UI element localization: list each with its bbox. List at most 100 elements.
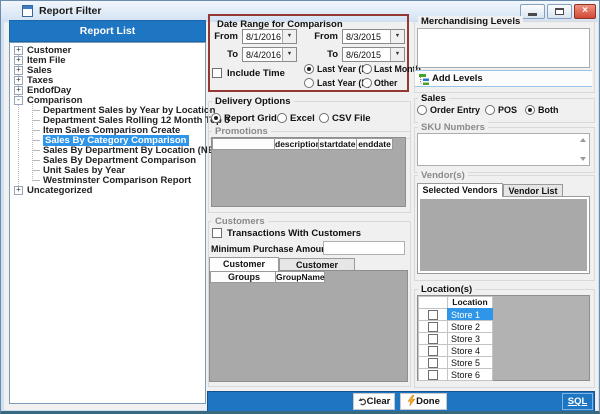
store-5-checkbox[interactable] — [428, 358, 438, 368]
transactions-with-customers-label[interactable]: Transactions With Customers — [227, 228, 361, 239]
scroll-down-icon[interactable] — [580, 157, 586, 161]
from-date-1-value: 8/1/2016 — [246, 32, 282, 42]
csv-file-radio[interactable] — [319, 113, 329, 123]
locations-grid[interactable]: Location Store 1 Store 2 Store 3 Store 4… — [417, 295, 590, 381]
minimum-purchase-label: Minimum Purchase Amount — [211, 244, 330, 254]
tree-branch-line — [32, 150, 40, 151]
last-month-radio[interactable] — [362, 64, 372, 74]
dropdown-arrow-icon[interactable]: ▼ — [390, 48, 404, 61]
delivery-options-title: Delivery Options — [212, 96, 294, 107]
locations-title: Location(s) — [418, 284, 476, 295]
store-3-checkbox[interactable] — [428, 334, 438, 344]
dropdown-arrow-icon[interactable]: ▼ — [390, 30, 404, 43]
last-year-d-radio[interactable] — [304, 78, 314, 88]
order-entry-label[interactable]: Order Entry — [430, 105, 480, 115]
merchandising-levels-list[interactable] — [417, 28, 590, 68]
pos-radio[interactable] — [485, 105, 495, 115]
excel-label[interactable]: Excel — [290, 113, 315, 124]
minimum-purchase-input[interactable] — [323, 241, 405, 255]
from-date-2-value: 8/3/2015 — [346, 32, 382, 42]
sql-link[interactable]: SQL — [562, 393, 593, 410]
pos-label[interactable]: POS — [498, 105, 517, 115]
tree-branch-line — [32, 170, 40, 171]
sku-numbers-title: SKU Numbers — [418, 122, 488, 133]
store-6-checkbox[interactable] — [428, 370, 438, 380]
tree-expand-icon[interactable]: + — [14, 76, 23, 85]
tree-expand-icon[interactable]: + — [14, 186, 23, 195]
maximize-button[interactable] — [547, 4, 572, 19]
promotions-title: Promotions — [212, 126, 271, 137]
csv-file-label[interactable]: CSV File — [332, 113, 371, 124]
to-date-1-combobox[interactable]: 8/4/2016 ▼ — [242, 47, 297, 62]
from-label-1: From — [214, 31, 238, 42]
to-date-2-value: 8/6/2015 — [346, 50, 382, 60]
promotions-description-header: description — [274, 138, 321, 150]
both-label[interactable]: Both — [538, 105, 559, 115]
both-radio[interactable] — [525, 105, 535, 115]
store-row-selector[interactable] — [418, 368, 448, 381]
store-2-checkbox[interactable] — [428, 322, 438, 332]
tree-branch-line — [32, 180, 40, 181]
close-icon: × — [582, 5, 588, 16]
maximize-icon — [555, 8, 564, 15]
promotions-row-selector-header — [212, 138, 275, 150]
selected-vendors-panel[interactable] — [417, 196, 590, 274]
selected-vendors-tab[interactable]: Selected Vendors — [417, 183, 503, 197]
selected-vendors-empty-area — [420, 199, 587, 271]
customer-groups-grid[interactable]: GroupName — [209, 270, 408, 382]
tree-branch-line — [32, 110, 40, 111]
last-year-p-radio[interactable] — [304, 64, 314, 74]
minimize-button[interactable] — [520, 4, 545, 19]
to-date-2-combobox[interactable]: 8/6/2015 ▼ — [342, 47, 405, 62]
add-levels-label: Add Levels — [432, 73, 483, 84]
report-grid-radio[interactable] — [211, 113, 221, 123]
store-1-checkbox[interactable] — [428, 310, 438, 320]
vendors-title: Vendor(s) — [418, 170, 468, 181]
from-label-2: From — [314, 31, 338, 42]
include-time-checkbox[interactable] — [212, 68, 222, 78]
sales-title: Sales — [418, 93, 449, 104]
other-radio[interactable] — [362, 78, 372, 88]
dropdown-arrow-icon[interactable]: ▼ — [282, 48, 296, 61]
store-6-cell[interactable]: Store 6 — [447, 368, 493, 381]
report-grid-label[interactable]: Report Grid — [224, 113, 277, 124]
from-date-2-combobox[interactable]: 8/3/2015 ▼ — [342, 29, 405, 44]
tree-expand-icon[interactable]: + — [14, 66, 23, 75]
clear-button[interactable]: Clear — [353, 393, 395, 410]
tree-expand-icon[interactable]: + — [14, 86, 23, 95]
from-date-1-combobox[interactable]: 8/1/2016 ▼ — [242, 29, 297, 44]
customers-title: Customers — [212, 216, 268, 227]
tree-expand-icon[interactable]: + — [14, 46, 23, 55]
sku-numbers-textarea[interactable] — [417, 133, 590, 166]
close-button[interactable]: × — [574, 4, 596, 19]
clear-undo-icon — [358, 398, 366, 406]
tree-item-uncategorized[interactable]: Uncategorized — [27, 185, 92, 196]
customer-groups-tab[interactable]: Customer Groups — [209, 257, 279, 282]
merchandising-levels-title: Merchandising Levels — [418, 16, 524, 27]
transactions-with-customers-checkbox[interactable] — [212, 228, 222, 238]
to-label-2: To — [327, 49, 338, 60]
tree-expand-icon[interactable]: + — [14, 56, 23, 65]
store-4-checkbox[interactable] — [428, 346, 438, 356]
to-date-1-value: 8/4/2016 — [246, 50, 282, 60]
report-filter-app-icon — [22, 5, 33, 17]
done-button[interactable]: Done — [400, 393, 447, 410]
report-filter-window: Report Filter × Report List + Customer +… — [0, 0, 600, 414]
tree-branch-line — [32, 140, 40, 141]
report-list-header: Report List — [9, 20, 206, 42]
tree-collapse-icon[interactable]: - — [14, 96, 23, 105]
tree-branch-line — [32, 120, 40, 121]
groupname-header: GroupName — [275, 271, 325, 283]
promotions-startdate-header: startdate — [318, 138, 357, 150]
excel-radio[interactable] — [277, 113, 287, 123]
scroll-up-icon[interactable] — [580, 138, 586, 142]
add-levels-button[interactable]: Add Levels — [415, 70, 592, 87]
to-label-1: To — [227, 49, 238, 60]
clear-label: Clear — [366, 396, 391, 407]
include-time-label[interactable]: Include Time — [227, 68, 285, 79]
other-label[interactable]: Other — [374, 78, 397, 88]
dropdown-arrow-icon[interactable]: ▼ — [282, 30, 296, 43]
window-title: Report Filter — [39, 5, 102, 17]
promotions-grid[interactable]: description startdate enddate — [211, 137, 406, 207]
order-entry-radio[interactable] — [417, 105, 427, 115]
